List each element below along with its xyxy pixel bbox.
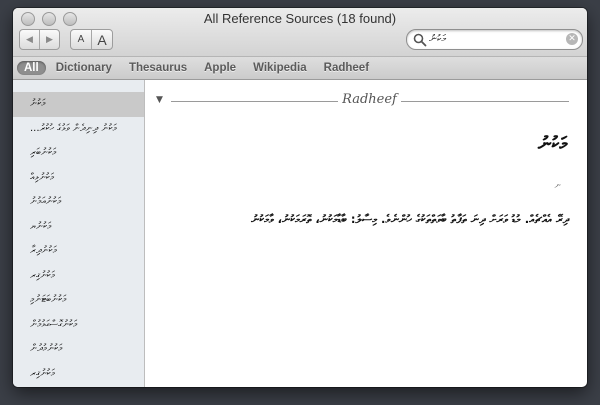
definition-text: ދިރޭ އެއްޗެއް. މުޑު ވަރަށް ދިނަ ތަފާތު ބ… [251, 212, 569, 226]
entry-content: ▼ Radheef މަކުނު ނ ދިރޭ އެއްޗެއް. މުޑު ވ… [145, 80, 587, 387]
back-button[interactable]: ◀ [20, 30, 39, 49]
results-sidebar: މަކުނު މަކުނު ދިނިދެން ވަޅުގެ ހުކުރު... … [13, 80, 145, 387]
back-forward-control: ◀ ▶ [19, 29, 60, 50]
font-smaller-button[interactable]: A [71, 30, 91, 49]
source-tab-apple[interactable]: Apple [197, 61, 243, 75]
window-title: All Reference Sources (18 found) [203, 11, 397, 26]
back-arrow-icon: ◀ [26, 34, 33, 45]
clear-search-icon[interactable]: ✕ [566, 33, 578, 45]
word-list-item[interactable]: މަކުނުޤިރ [13, 264, 144, 289]
section-divider [401, 101, 569, 102]
word-list-item[interactable]: މަކުނު ދިނިދެން ވަޅުގެ ހުކުރު... [13, 117, 144, 142]
font-size-control: A A [70, 29, 113, 50]
font-larger-button[interactable]: A [91, 30, 112, 49]
source-tab-all[interactable]: All [17, 61, 46, 75]
word-list-item[interactable]: މަކުނުމުދުން [13, 337, 144, 362]
word-list-item[interactable]: މަކުނުބަރި [13, 141, 144, 166]
dictionary-window: All Reference Sources (18 found) ◀ ▶ A A… [13, 8, 587, 387]
headword: މަކުނު [537, 133, 567, 155]
source-tab-wikipedia[interactable]: Wikipedia [246, 61, 314, 75]
forward-arrow-icon: ▶ [46, 34, 53, 45]
word-list-item[interactable]: މަކުނުޅިއް [13, 166, 144, 191]
search-field[interactable]: ✕ [406, 29, 583, 50]
section-title: Radheef [342, 92, 397, 107]
source-tab-dictionary[interactable]: Dictionary [49, 61, 119, 75]
word-list-item[interactable]: މަކުނުޤިރ [13, 362, 144, 387]
word-list-item[interactable]: މަކުނުއަމުނު [13, 190, 144, 215]
disclosure-triangle-icon[interactable]: ▼ [156, 95, 163, 105]
word-list-item[interactable]: މަކުނުދިރާ [13, 239, 144, 264]
source-tab-thesaurus[interactable]: Thesaurus [122, 61, 194, 75]
search-icon [413, 33, 427, 47]
section-divider [171, 101, 338, 102]
forward-button[interactable]: ▶ [39, 30, 59, 49]
title-bar: All Reference Sources (18 found) ◀ ▶ A A… [13, 8, 587, 57]
search-input[interactable] [429, 31, 555, 47]
word-list-item[interactable]: މަކުނުބަޓަނުމި [13, 288, 144, 313]
word-list-item[interactable]: މަކުނު [13, 92, 144, 117]
word-list-item[interactable]: މަކުނުގޮސްގަޅުމުން [13, 313, 144, 338]
source-filter-bar: All Dictionary Thesaurus Apple Wikipedia… [13, 57, 587, 80]
word-list: މަކުނު މަކުނު ދިނިދެން ވަޅުގެ ހުކުރު... … [13, 80, 144, 386]
word-list-item[interactable]: މަކުނުޔ [13, 215, 144, 240]
part-of-speech: ނ [554, 181, 562, 191]
source-tab-radheef[interactable]: Radheef [317, 61, 376, 75]
